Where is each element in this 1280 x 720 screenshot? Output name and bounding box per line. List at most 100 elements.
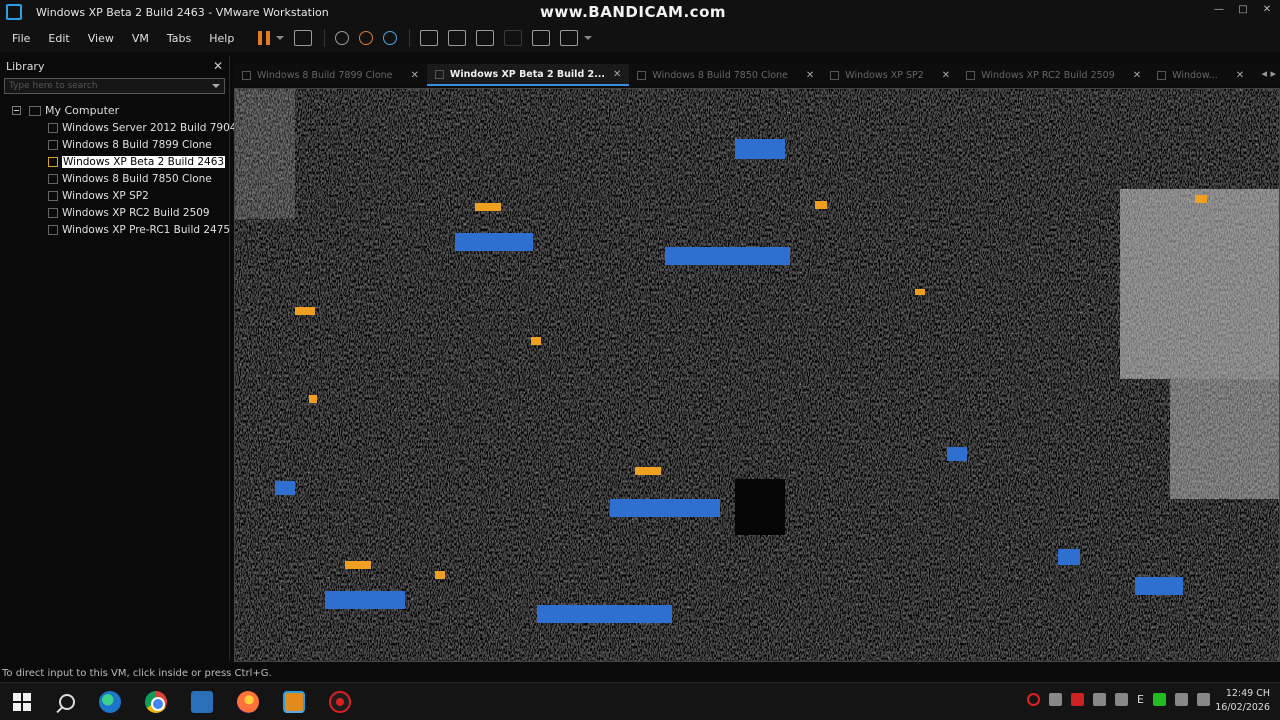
tab-winxp-beta2[interactable]: Windows XP Beta 2 Build 2... ✕	[426, 64, 630, 86]
tray-app-icon[interactable]	[1049, 693, 1063, 706]
minimize-icon[interactable]: —	[1212, 3, 1226, 17]
menu-edit[interactable]: Edit	[48, 32, 69, 45]
vm-tab-icon	[637, 70, 647, 80]
vm-tree: My Computer Windows Server 2012 Build 79…	[0, 102, 236, 238]
vm-item-label: Windows XP SP2	[62, 189, 149, 202]
snapshot-icon[interactable]	[335, 31, 350, 45]
taskbar-clock[interactable]: 12:49 CH 16/02/2026	[1215, 687, 1270, 715]
window-controls: — □ ✕	[1212, 3, 1274, 17]
tray-app-icon[interactable]	[1093, 693, 1107, 706]
menu-tabs[interactable]: Tabs	[167, 32, 191, 45]
record-tray-icon[interactable]	[1027, 693, 1041, 706]
vm-running-icon	[48, 156, 58, 167]
vm-console-display[interactable]	[234, 88, 1280, 662]
windows-start-icon[interactable]	[13, 692, 31, 711]
computer-icon	[29, 105, 41, 116]
vm-tab-icon	[242, 70, 251, 80]
tray-app-icon[interactable]	[1071, 693, 1085, 706]
collapse-icon[interactable]	[12, 106, 21, 115]
edge-icon[interactable]	[99, 690, 121, 713]
vm-item-label: Windows XP Beta 2 Build 2463	[62, 155, 226, 168]
vm-icon	[48, 207, 58, 218]
close-tab-icon[interactable]: ✕	[1133, 70, 1141, 81]
tab-overflow[interactable]: Window... ✕	[1149, 64, 1252, 86]
firefox-icon[interactable]	[237, 690, 259, 713]
input-method-indicator[interactable]: E	[1137, 693, 1144, 706]
library-search-input[interactable]: Type here to search	[4, 78, 225, 94]
toolbar-divider	[409, 29, 411, 47]
close-icon[interactable]: ✕	[1260, 3, 1274, 17]
vm-item-label: Windows Server 2012 Build 7904	[62, 121, 237, 134]
search-icon[interactable]	[59, 693, 75, 710]
vm-item-label: Windows XP Pre-RC1 Build 2475	[62, 223, 231, 236]
menu-vm[interactable]: VM	[132, 32, 149, 45]
vm-item[interactable]: Windows XP RC2 Build 2509	[0, 204, 229, 221]
tab-win8-7899[interactable]: Windows 8 Build 7899 Clone ✕	[234, 64, 427, 86]
network-icon[interactable]	[1175, 693, 1188, 706]
menu-view[interactable]: View	[88, 32, 114, 45]
vm-item-label: Windows 8 Build 7850 Clone	[62, 172, 212, 185]
pause-icon[interactable]	[258, 31, 271, 45]
status-hint-text: To direct input to this VM, click inside…	[2, 667, 272, 679]
maximize-icon[interactable]: □	[1236, 3, 1250, 17]
bandicam-icon[interactable]	[329, 690, 351, 713]
vm-item[interactable]: Windows Server 2012 Build 7904	[0, 119, 236, 136]
tab-winxp-sp2[interactable]: Windows XP SP2 ✕	[822, 64, 958, 86]
vm-tab-icon	[1157, 70, 1167, 80]
vm-icon	[48, 139, 58, 150]
power-dropdown-icon[interactable]	[276, 36, 285, 40]
title-bar: Windows XP Beta 2 Build 2463 - VMware Wo…	[0, 0, 1280, 24]
menu-file[interactable]: File	[12, 32, 30, 45]
vm-item[interactable]: Windows XP Pre-RC1 Build 2475	[0, 221, 231, 238]
stretch-dropdown-icon[interactable]	[584, 36, 593, 40]
search-dropdown-icon[interactable]	[212, 84, 220, 88]
tab-label: Window...	[1172, 69, 1218, 81]
unity-icon[interactable]	[504, 30, 523, 46]
vm-screen-glitch[interactable]	[235, 89, 1280, 662]
vmware-taskbar-icon[interactable]	[283, 690, 305, 713]
system-tray: E	[1027, 693, 1210, 706]
window-title: Windows XP Beta 2 Build 2463 - VMware Wo…	[36, 5, 329, 19]
close-tab-icon[interactable]: ✕	[613, 69, 621, 80]
tab-scroll-icon[interactable]: ◂ ▸	[1261, 67, 1276, 80]
tree-root-label: My Computer	[45, 104, 120, 117]
close-tab-icon[interactable]: ✕	[806, 70, 814, 81]
volume-icon[interactable]	[1197, 693, 1210, 706]
chrome-icon[interactable]	[145, 690, 167, 713]
vm-tab-icon	[966, 70, 976, 80]
tab-winxp-rc2[interactable]: Windows XP RC2 Build 2509 ✕	[958, 64, 1149, 86]
close-tab-icon[interactable]: ✕	[942, 70, 950, 81]
revert-snapshot-icon[interactable]	[359, 31, 374, 45]
vm-item[interactable]: Windows 8 Build 7899 Clone	[0, 136, 229, 153]
show-library-icon[interactable]	[420, 30, 439, 46]
tab-win8-7850[interactable]: Windows 8 Build 7850 Clone ✕	[629, 64, 822, 86]
vm-icon	[48, 173, 58, 184]
vm-tab-icon	[830, 70, 840, 80]
tray-app-icon[interactable]	[1153, 693, 1166, 706]
send-ctrl-alt-del-icon[interactable]	[294, 30, 313, 46]
status-bar: To direct input to this VM, click inside…	[0, 664, 1280, 682]
snapshot-manager-icon[interactable]	[383, 31, 398, 45]
thumbnail-bar-icon[interactable]	[448, 30, 467, 46]
close-tab-icon[interactable]: ✕	[411, 70, 419, 81]
menu-help[interactable]: Help	[209, 32, 234, 45]
file-explorer-icon[interactable]	[191, 690, 213, 713]
vm-item[interactable]: Windows 8 Build 7850 Clone	[0, 170, 229, 187]
vm-item[interactable]: Windows XP SP2	[0, 187, 229, 204]
tab-label: Windows 8 Build 7899 Clone	[257, 69, 393, 81]
tab-label: Windows XP Beta 2 Build 2...	[449, 68, 605, 80]
vm-tab-icon	[434, 69, 444, 79]
tree-root-my-computer[interactable]: My Computer	[0, 102, 229, 119]
full-screen-icon[interactable]	[476, 30, 495, 46]
library-panel: Library ✕ Type here to search My Compute…	[0, 56, 236, 660]
close-library-icon[interactable]: ✕	[213, 59, 223, 73]
menu-toolbar: File Edit View VM Tabs Help	[0, 24, 1280, 52]
bandicam-watermark: www.BANDICAM.com	[540, 3, 727, 21]
tray-app-icon[interactable]	[1115, 693, 1129, 706]
vm-item-selected[interactable]: Windows XP Beta 2 Build 2463	[0, 153, 229, 170]
close-tab-icon[interactable]: ✕	[1236, 70, 1244, 81]
vm-icon	[48, 190, 58, 201]
stretch-guest-icon[interactable]	[560, 30, 579, 46]
toolbar-divider	[324, 29, 326, 47]
console-view-icon[interactable]	[532, 30, 551, 46]
